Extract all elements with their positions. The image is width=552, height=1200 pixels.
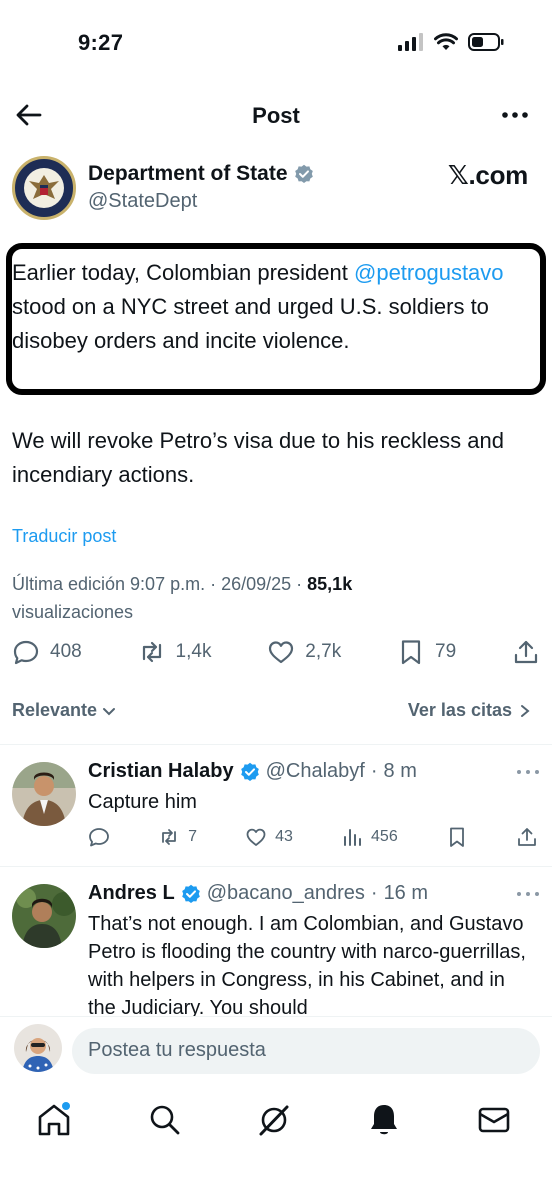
author-handle: @StateDept [88,190,198,212]
person-photo-icon [14,1024,62,1072]
repost-count: 1,4k [175,641,212,662]
battery-icon [468,33,504,51]
tweet-text-part: stood on a NYC street and urged U.S. sol… [12,294,489,353]
divider [0,866,552,867]
bookmark-button[interactable]: 79 [397,638,456,666]
chevron-down-icon [103,707,116,715]
reply-count: 408 [50,641,82,662]
person-photo-icon [12,762,76,826]
reply-input[interactable]: Postea tu respuesta [72,1028,540,1074]
like-button[interactable]: 2,7k [267,638,341,666]
view-quotes-label: Ver las citas [407,700,512,720]
repost-button[interactable]: 1,4k [138,638,212,666]
repost-icon [162,829,177,845]
author-name: Department of State [88,162,288,185]
view-quotes-link[interactable]: Ver las citas [408,700,532,721]
sort-label: Relevante [12,700,98,720]
mail-icon[interactable] [474,1100,514,1140]
more-icon[interactable] [516,768,540,776]
verified-gray-icon [294,164,313,183]
separator: · [370,882,378,904]
reply-author-handle: @Chalabyf [265,760,365,782]
like-count: 43 [275,828,293,845]
reply-button[interactable] [88,826,110,848]
status-time: 9:27 [78,30,124,55]
tweet-text-paragraph-2: We will revoke Petro’s visa due to his r… [12,428,504,487]
wifi-icon [434,33,458,50]
tweet-text-paragraph-1: Earlier today, Colombian president @petr… [12,256,542,358]
views-label: visualizaciones [12,602,134,622]
views-icon [344,829,362,846]
status-icons [398,33,504,51]
views-count: 85,1k [307,574,353,594]
reply-header: Cristian Halaby @Chalabyf · 8 m [88,760,417,783]
like-count: 2,7k [305,641,342,662]
more-icon[interactable] [500,104,530,126]
views-count: 456 [371,828,398,845]
repost-button[interactable]: 7 [158,826,197,848]
reply-text: Capture him [88,791,197,813]
search-icon[interactable] [145,1100,185,1140]
share-icon [514,640,538,664]
bell-icon[interactable] [364,1100,404,1140]
reply-time: 8 m [383,760,417,782]
tweet-text-part: Earlier today, Colombian president [12,260,354,285]
reply-button[interactable]: 408 [12,638,82,666]
separator: · [370,760,378,782]
reply-author-name[interactable]: Cristian Halaby [88,760,234,783]
repost-icon [142,641,161,663]
verified-icon [181,884,200,903]
notification-dot [62,1102,70,1110]
page-title: Post [252,103,300,128]
like-icon [246,828,266,846]
grok-icon[interactable] [254,1100,294,1140]
reply-avatar[interactable] [12,762,76,826]
bookmark-icon [449,827,464,847]
mention-link[interactable]: @petrogustavo [354,260,504,285]
reply-icon [13,640,39,665]
share-icon [518,828,536,846]
person-photo-icon [12,884,76,948]
chevron-right-icon [521,704,530,717]
reply-header: Andres L @bacano_andres · 16 m [88,882,428,905]
bookmark-button[interactable] [446,826,468,848]
author-avatar[interactable] [12,156,76,220]
state-seal-icon [17,161,71,215]
more-icon[interactable] [516,890,540,898]
edited-time[interactable]: Última edición 9:07 p.m. · 26/09/25 [12,574,291,594]
divider [0,744,552,745]
views-button[interactable]: 456 [341,826,398,848]
signal-icon [398,33,423,51]
bookmark-icon [401,640,421,665]
share-button[interactable] [516,826,538,848]
reply-avatar[interactable] [12,884,76,948]
reply-actions: 7 43 456 [88,826,538,848]
reply-time: 16 m [383,882,429,904]
share-button[interactable] [512,638,540,666]
my-avatar[interactable] [14,1024,62,1072]
sort-dropdown[interactable]: Relevante [12,700,117,721]
bookmark-count: 79 [435,641,457,662]
reply-author-handle: @bacano_andres [206,882,365,904]
reply-icon [89,828,109,847]
translate-link[interactable]: Traducir post [12,526,116,547]
tweet-actions: 408 1,4k 2,7k 79 [12,638,540,666]
like-button[interactable]: 43 [245,826,293,848]
author-name-row[interactable]: Department of State [88,162,314,186]
like-icon [269,641,294,664]
reply-text: That’s not enough. I am Colombian, and G… [88,913,526,1016]
tweet-meta: Última edición 9:07 p.m. · 26/09/25 · 85… [12,574,353,622]
reply-author-name[interactable]: Andres L [88,882,175,905]
verified-icon [240,762,259,781]
source-watermark: 𝕏.com [447,160,528,190]
repost-count: 7 [188,828,198,845]
